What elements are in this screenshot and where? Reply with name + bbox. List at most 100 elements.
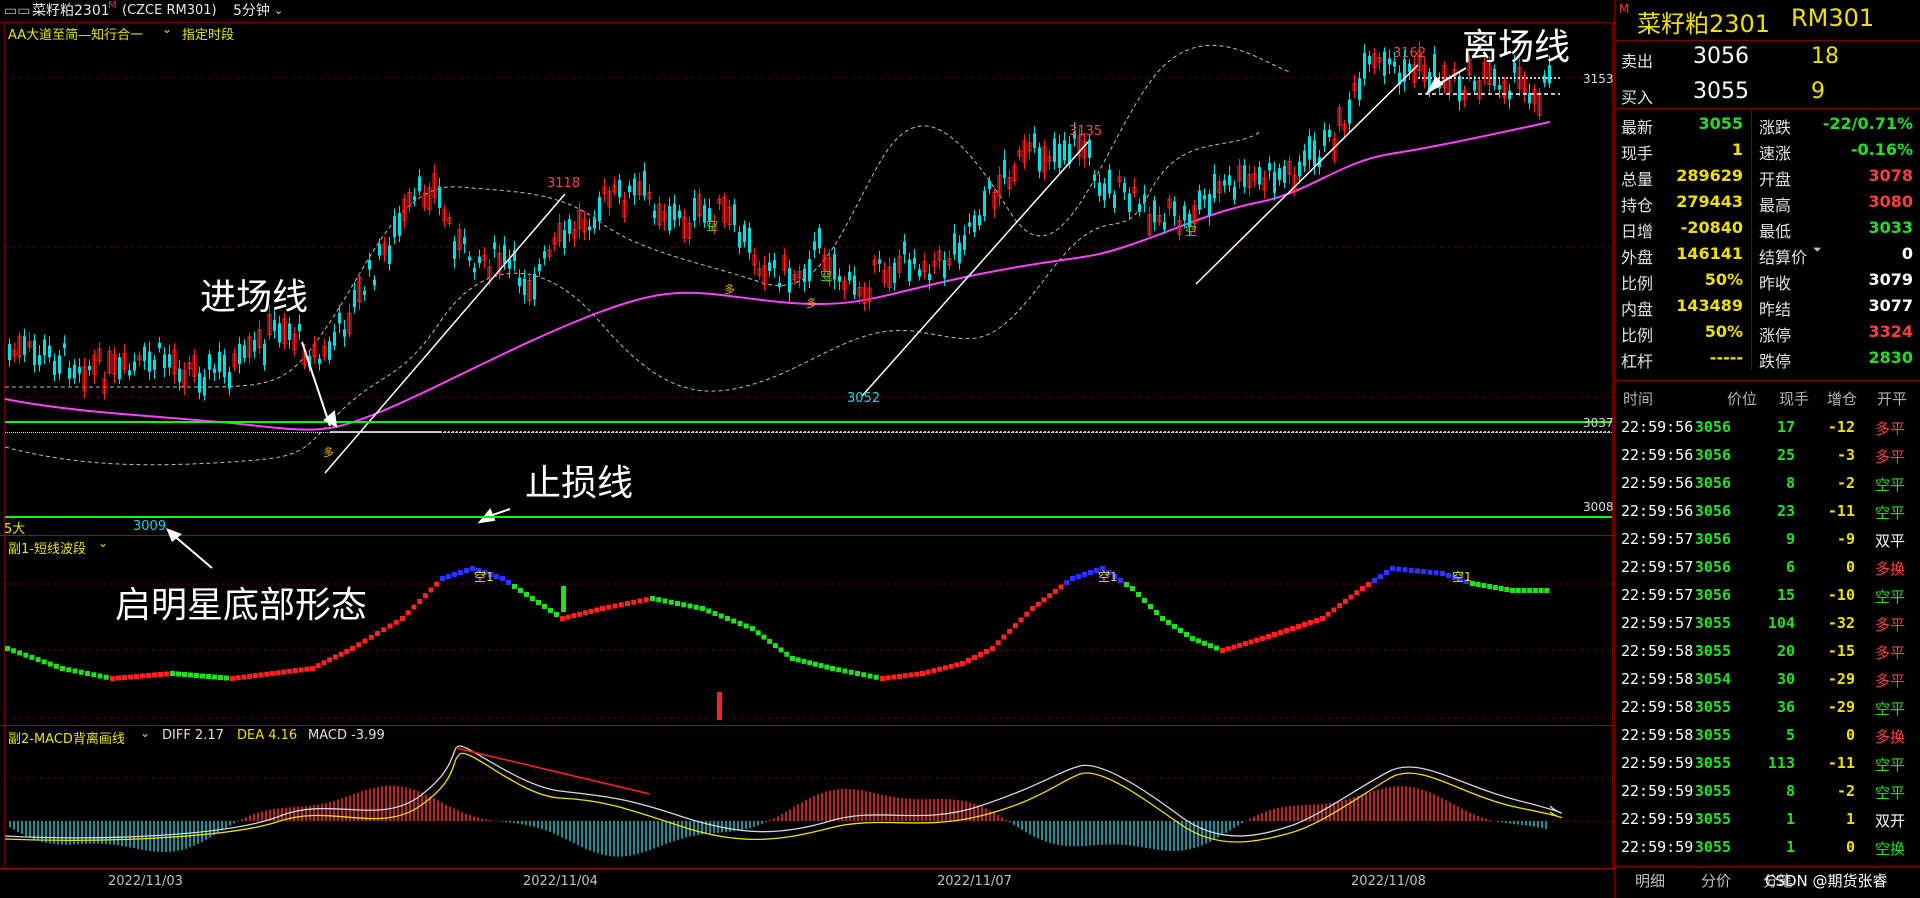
candle-body <box>818 227 821 249</box>
wave-dot <box>1254 637 1260 643</box>
wave-dot <box>637 598 643 604</box>
trade-row[interactable]: 22:59:58 3055 20 -15 多平 <box>1615 638 1920 666</box>
candle-body <box>1268 162 1271 171</box>
trade-row[interactable]: 22:59:56 3056 8 -2 空平 <box>1615 470 1920 498</box>
candle-body <box>1283 166 1286 183</box>
wave-dot <box>542 604 547 609</box>
wave-dot <box>750 626 755 631</box>
wave-dot <box>618 602 624 608</box>
wave-dot <box>731 618 737 624</box>
candle-body <box>1108 169 1111 194</box>
trade-row[interactable]: 22:59:58 3055 5 0 多换 <box>1615 722 1920 750</box>
trade-row[interactable]: 22:59:59 3055 1 1 双开 <box>1615 806 1920 834</box>
wave-dot <box>298 667 304 673</box>
trade-row[interactable]: 22:59:57 3055 104 -32 多平 <box>1615 610 1920 638</box>
period-selector[interactable]: 5分钟 <box>233 0 270 22</box>
trade-row[interactable]: 22:59:56 3056 17 -12 多平 <box>1615 414 1920 442</box>
sell-volume: 18 <box>1811 44 1839 69</box>
trendlines <box>324 64 1612 474</box>
candle-body <box>43 339 46 356</box>
wave-dot <box>801 658 807 664</box>
wave-indicator-chart[interactable] <box>0 536 1614 726</box>
panel-divider <box>0 868 1614 869</box>
trade-hand: 20 <box>1776 642 1795 660</box>
divider <box>1615 380 1920 381</box>
trade-type: 空平 <box>1875 504 1906 522</box>
wave-dot <box>400 616 405 621</box>
quote-value: 3079 <box>1868 270 1913 289</box>
trade-row[interactable]: 22:59:59 3055 8 -2 空平 <box>1615 778 1920 806</box>
wave-dot <box>675 601 680 606</box>
quote-label: 内盘 <box>1621 300 1654 319</box>
wave-dot <box>966 658 971 663</box>
window-menu-icon[interactable]: ▭▭ <box>4 0 30 22</box>
wave-dot <box>446 574 451 579</box>
trade-hand: 1 <box>1785 838 1795 856</box>
trade-time: 22:59:58 <box>1621 726 1694 744</box>
wave-dot <box>1142 598 1147 603</box>
trade-price: 3056 <box>1694 502 1731 520</box>
divider <box>1615 108 1920 109</box>
quote-label: 外盘 <box>1621 248 1654 267</box>
quote-label: 最新 <box>1621 118 1654 137</box>
wave-dot <box>518 588 523 593</box>
trade-row[interactable]: 22:59:56 3056 23 -11 空平 <box>1615 498 1920 526</box>
quote-value: 3077 <box>1868 296 1913 315</box>
candle-body <box>1308 136 1311 160</box>
wave-dot <box>554 612 559 617</box>
wave-dot <box>631 599 637 605</box>
candle-body <box>673 203 676 221</box>
wave-dot <box>1515 588 1521 593</box>
wave-dot <box>1302 622 1307 627</box>
candle-body <box>33 340 36 366</box>
candle-body <box>1258 167 1261 185</box>
long-signal: 多 <box>323 446 334 459</box>
trade-time: 22:59:57 <box>1621 558 1694 576</box>
wave-dot <box>206 674 211 679</box>
chevron-down-icon[interactable]: ⏷ <box>1813 243 1822 257</box>
chevron-down-icon[interactable]: ⌄ <box>274 0 283 22</box>
trade-row[interactable]: 22:59:58 3055 36 -29 空平 <box>1615 694 1920 722</box>
trade-row[interactable]: 22:59:57 3056 9 -9 双平 <box>1615 526 1920 554</box>
trade-oi: -9 <box>1836 530 1855 548</box>
wave-dot <box>41 659 47 665</box>
wave-dot <box>942 665 948 671</box>
price-label: 3008 <box>1583 500 1614 514</box>
high-mark: 3118 <box>547 176 581 191</box>
wave-dot <box>1166 620 1171 625</box>
chart-area[interactable]: ▭▭ 菜籽粕2301 M (CZCE RM301) 5分钟 ⌄ AA大道至简—知… <box>0 0 1614 898</box>
trade-row[interactable]: 22:59:59 3055 113 -11 空平 <box>1615 750 1920 778</box>
trade-oi: -3 <box>1836 446 1855 464</box>
wave-dot <box>1001 634 1007 640</box>
candle-body <box>943 259 946 278</box>
wave-dot <box>375 631 380 636</box>
quote-value: 50% <box>1704 270 1743 289</box>
watermark: CSDN @期货张睿 <box>1765 872 1888 890</box>
wave-dot <box>772 643 778 649</box>
wave-dot <box>954 662 960 668</box>
wave-dot <box>662 598 668 604</box>
trade-row[interactable]: 22:59:57 3056 15 -10 空平 <box>1615 582 1920 610</box>
trade-type: 多换 <box>1875 728 1906 746</box>
header-price: 价位 <box>1727 390 1758 408</box>
quote-value: -0.16% <box>1850 140 1913 159</box>
wave-dot <box>1041 597 1047 603</box>
trade-row[interactable]: 22:59:57 3056 6 0 多换 <box>1615 554 1920 582</box>
quote-label: 速涨 <box>1759 144 1792 163</box>
wave-dot <box>600 606 605 611</box>
macd-chart[interactable] <box>0 726 1614 868</box>
candle-body <box>63 343 66 349</box>
trade-row[interactable]: 22:59:56 3056 25 -3 多平 <box>1615 442 1920 470</box>
stop-loss-line <box>5 516 1612 518</box>
quote-row: 比例 50% 涨停 3324 <box>1615 318 1920 346</box>
trade-row[interactable]: 22:59:59 3055 1 0 空换 <box>1615 834 1920 862</box>
trade-oi: 0 <box>1845 838 1855 856</box>
candle-body <box>1113 194 1116 208</box>
trade-row[interactable]: 22:59:58 3054 30 -29 多平 <box>1615 666 1920 694</box>
tab-detail[interactable]: 明细 <box>1635 870 1665 891</box>
trade-time: 22:59:56 <box>1621 446 1694 464</box>
candle-body <box>693 198 696 221</box>
wave-dot <box>464 568 469 573</box>
wave-dot <box>1320 616 1325 621</box>
tab-price[interactable]: 分价 <box>1701 870 1731 891</box>
